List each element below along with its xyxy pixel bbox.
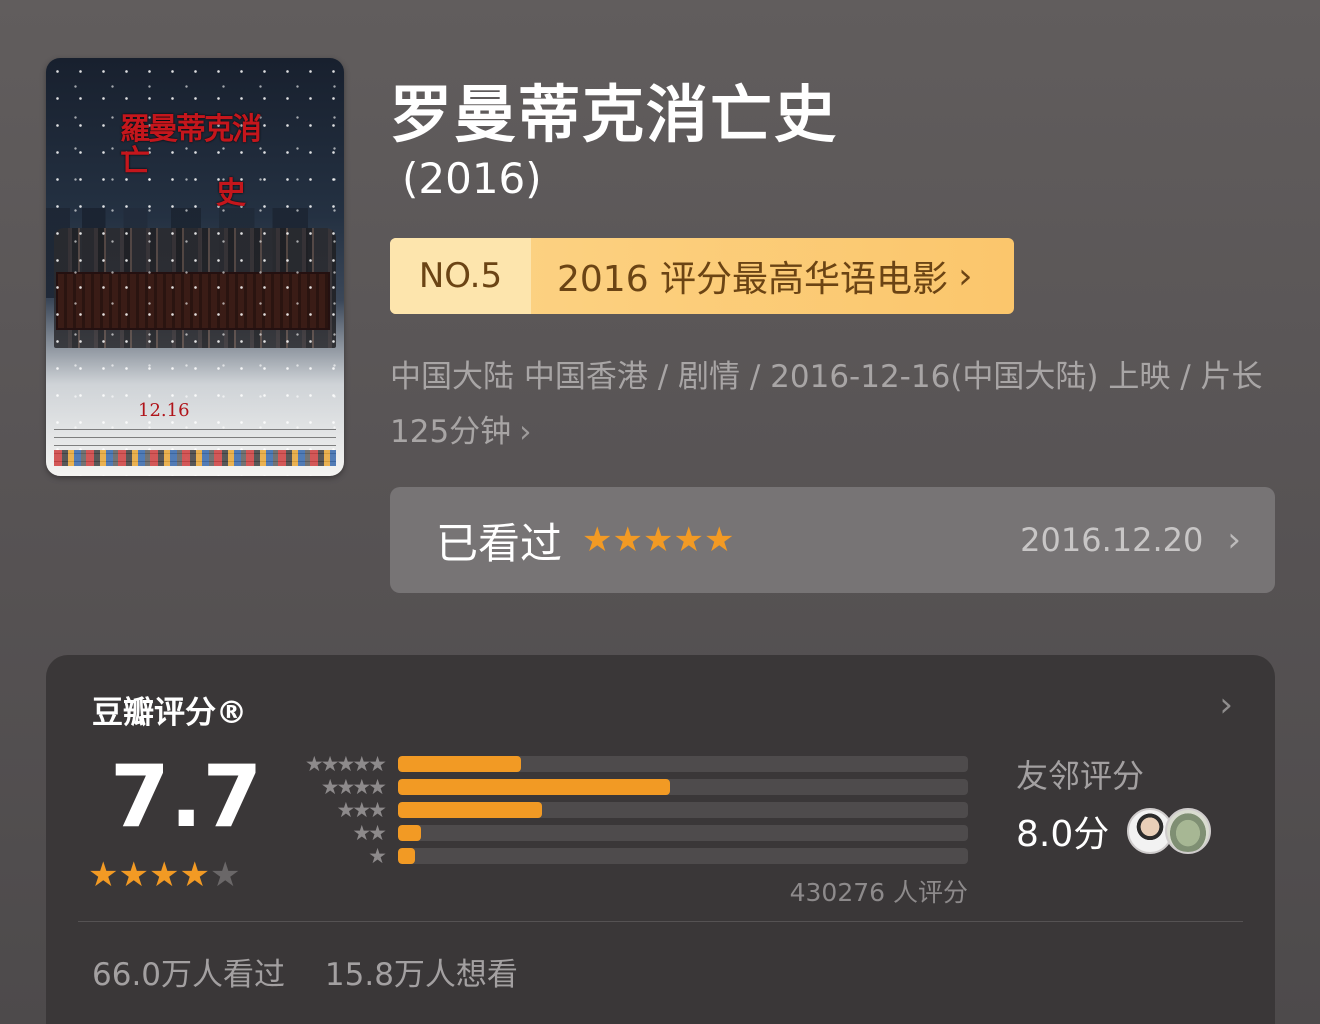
my-rating-stars: ★★★★★ [582, 520, 735, 560]
star-empty-icon: ★ [209, 855, 241, 895]
star-label-1: ★ [368, 844, 387, 868]
star-label-4: ★★★★ [320, 775, 387, 799]
watched-date: 2016.12.20 [1020, 521, 1204, 559]
friends-rating-score: 8.0分 [1016, 814, 1110, 855]
rating-distribution-bars [398, 756, 968, 871]
rating-title: 豆瓣评分® [92, 695, 247, 731]
vote-count: 430276 人评分 [789, 878, 968, 907]
star-filled-icon: ★ [118, 855, 149, 895]
distribution-bar-fill [398, 779, 671, 795]
douban-rating-card[interactable]: 豆瓣评分® › 7.7 ★★★★★ ★★★★★ ★★★★ ★★★ ★★ ★ 43… [46, 655, 1275, 1024]
movie-title: 罗曼蒂克消亡史 [390, 78, 839, 151]
movie-detail-page: 羅曼蒂克消亡 史 12.16 罗曼蒂克消亡史 (2016) NO.5 2016 … [0, 0, 1320, 1024]
distribution-star-labels: ★★★★★ ★★★★ ★★★ ★★ ★ [278, 752, 387, 868]
star-label-3: ★★★ [336, 798, 387, 822]
divider [78, 921, 1243, 922]
movie-year: (2016) [402, 154, 542, 203]
distribution-bar-fill [398, 825, 421, 841]
friends-rating[interactable]: 友邻评分 8.0分 [1016, 751, 1212, 857]
rating-score: 7.7 [110, 747, 263, 847]
poster-sponsor-logos [54, 450, 336, 466]
pottery-avatar[interactable] [1165, 808, 1212, 854]
rank-number: NO.5 [390, 238, 531, 314]
watched-count[interactable]: 66.0万人看过 [92, 957, 285, 993]
watched-label: 已看过 [436, 518, 563, 568]
chevron-right-icon: › [519, 414, 532, 450]
chevron-right-icon[interactable]: › [1219, 685, 1233, 725]
friends-rating-row: 8.0分 [1016, 805, 1212, 857]
watched-status-card[interactable]: 已看过 ★★★★★ 2016.12.20 › [390, 487, 1275, 593]
distribution-bar-3-star [398, 802, 968, 818]
chevron-right-icon: › [1227, 520, 1241, 560]
poster-title: 羅曼蒂克消亡 史 [120, 112, 262, 211]
rank-label: 2016 评分最高华语电影 [557, 259, 949, 300]
distribution-bar-fill [398, 756, 521, 772]
distribution-bar-fill [398, 802, 543, 818]
rating-stars: ★★★★★ [88, 855, 240, 895]
chevron-right-icon: › [958, 255, 973, 297]
distribution-bar-fill [398, 848, 416, 864]
friends-rating-label: 友邻评分 [1016, 757, 1145, 795]
distribution-bar-5-star [398, 756, 968, 772]
distribution-bar-1-star [398, 848, 968, 864]
star-filled-icon: ★ [148, 855, 180, 895]
poster-date: 12.16 [138, 400, 190, 421]
star-label-2: ★★ [352, 821, 387, 845]
distribution-bar-2-star [398, 825, 968, 841]
wish-count[interactable]: 15.8万人想看 [325, 957, 518, 993]
ranking-badge[interactable]: NO.5 2016 评分最高华语电影 › [390, 238, 1014, 314]
movie-poster[interactable]: 羅曼蒂克消亡 史 12.16 [46, 58, 344, 476]
movie-meta-info[interactable]: 中国大陆 中国香港 / 剧情 / 2016-12-16(中国大陆) 上映 / 片… [390, 350, 1270, 460]
star-filled-icon: ★ [179, 855, 210, 895]
distribution-bar-4-star [398, 779, 968, 795]
audience-stats: 66.0万人看过 15.8万人想看 [92, 949, 518, 994]
rank-label-wrap: 2016 评分最高华语电影 › [531, 238, 1014, 314]
star-filled-icon: ★ [88, 855, 119, 895]
star-label-5: ★★★★★ [304, 752, 387, 776]
